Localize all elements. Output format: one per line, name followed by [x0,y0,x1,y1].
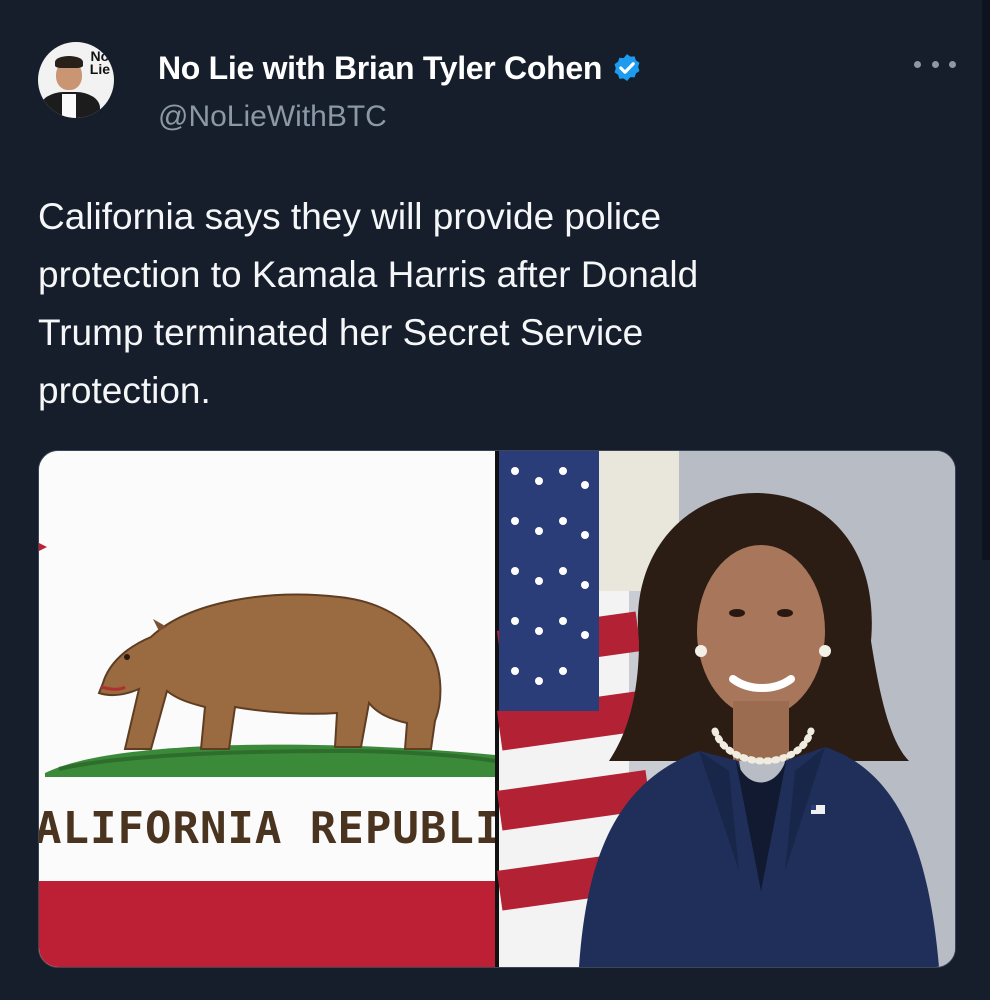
author-name-row[interactable]: No Lie with Brian Tyler Cohen [158,50,644,87]
more-dot [914,60,921,68]
scrollbar[interactable] [982,0,990,560]
author-avatar[interactable]: No Lie [38,42,114,118]
verified-badge-icon [614,53,640,81]
avatar-logo: No Lie [89,49,110,77]
more-dot [949,60,956,68]
portrait-photo [496,451,955,967]
avatar-logo-line2: Lie [89,61,110,77]
flag-caption: ALIFORNIA REPUBLI [39,803,502,854]
author-handle[interactable]: @NoLieWithBTC [158,100,387,134]
more-options-icon[interactable] [914,54,956,74]
more-dot [931,60,939,68]
media-image: ALIFORNIA REPUBLI [39,451,955,967]
tweet-card[interactable]: No Lie No Lie with Brian Tyler Cohen @No… [0,0,990,1000]
tweet-media[interactable]: ALIFORNIA REPUBLI [38,450,956,968]
avatar-hair [55,56,83,68]
avatar-shirt [62,94,76,118]
tweet-text: California says they will provide police… [38,196,699,411]
author-display-name[interactable]: No Lie with Brian Tyler Cohen [158,50,602,87]
california-flag-image: ALIFORNIA REPUBLI [39,451,502,967]
